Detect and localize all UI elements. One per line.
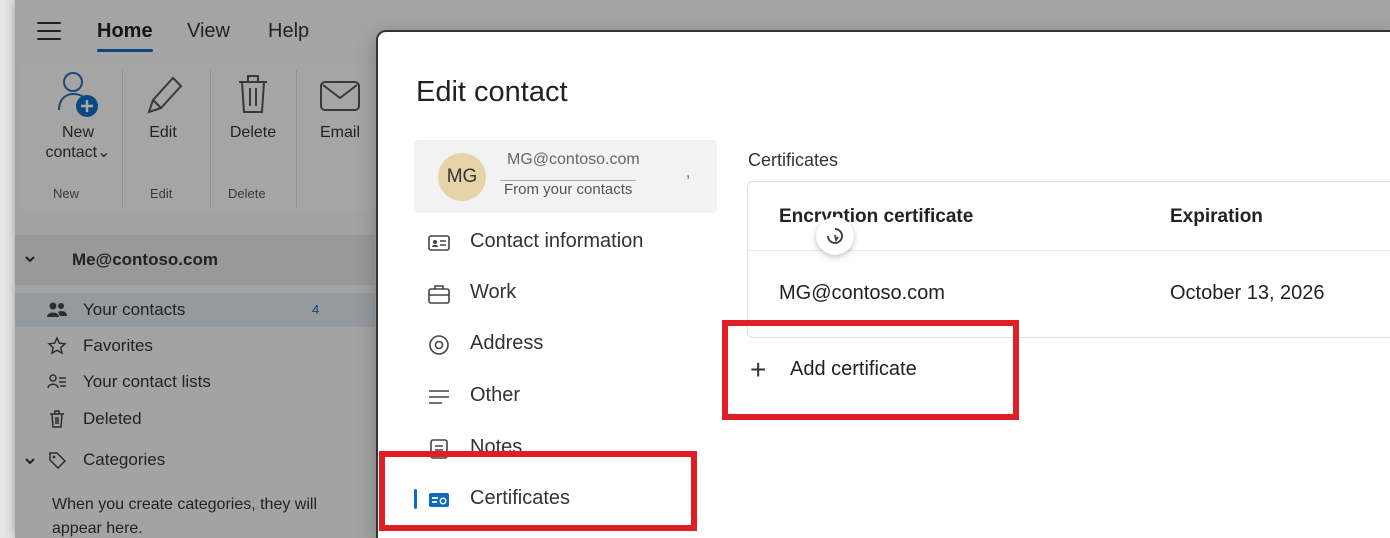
- section-work[interactable]: Work: [428, 273, 708, 313]
- nav-item-label: Your contact lists: [83, 372, 211, 391]
- card-mark: ,: [686, 164, 691, 181]
- hamburger-menu-icon[interactable]: [37, 22, 61, 40]
- contact-list-icon: [47, 374, 66, 389]
- contacts-count-badge: 4: [312, 302, 320, 317]
- section-label: Other: [470, 384, 521, 406]
- envelope-icon: [320, 81, 360, 111]
- tab-home[interactable]: Home: [97, 20, 153, 52]
- section-label: Contact information: [470, 230, 644, 252]
- chevron-down-icon: [25, 458, 35, 465]
- categories-hint: When you create categories, they will ap…: [52, 496, 318, 537]
- nav-item-label: Favorites: [83, 336, 153, 355]
- pencil-icon: [147, 76, 183, 114]
- contact-card[interactable]: MG MG@contoso.com From your contacts ,: [414, 140, 717, 213]
- account-header[interactable]: Me@contoso.com: [15, 235, 375, 285]
- certificates-table: Encryption certificate Expiration MG@con…: [747, 181, 1390, 338]
- column-header-expiration[interactable]: Expiration: [1170, 206, 1263, 228]
- dialog-title: Edit contact: [416, 76, 568, 108]
- avatar: MG: [438, 153, 486, 201]
- group-new-label: New: [53, 186, 80, 201]
- loading-spinner-icon: [816, 217, 854, 255]
- delete-label: Delete: [229, 124, 277, 141]
- email-label: Email: [319, 124, 360, 141]
- nav-item-label: Deleted: [83, 409, 142, 428]
- chevron-down-icon: [25, 256, 35, 263]
- new-contact-label-1: New: [61, 124, 94, 141]
- tab-view[interactable]: View: [187, 20, 230, 43]
- nav-item-favorites[interactable]: Favorites: [15, 329, 375, 363]
- tag-icon: [49, 452, 67, 470]
- contact-card-icon: [428, 235, 450, 251]
- nav-item-your-contacts[interactable]: Your contacts 4: [15, 293, 375, 327]
- edit-label: Edit: [149, 124, 177, 141]
- location-icon: [429, 335, 449, 355]
- group-delete-label: Delete: [228, 186, 266, 201]
- nav-item-categories[interactable]: Categories: [15, 443, 375, 477]
- new-contact-label-2: contact: [45, 144, 98, 161]
- certificate-cell: MG@contoso.com: [779, 282, 945, 304]
- section-contact-information[interactable]: Contact information: [428, 222, 708, 262]
- trash-icon: [239, 75, 267, 113]
- nav-item-label: Your contacts: [83, 300, 186, 319]
- delete-button[interactable]: Delete: [220, 70, 286, 142]
- tab-help[interactable]: Help: [268, 20, 309, 43]
- contact-email: MG@contoso.com: [507, 151, 640, 168]
- briefcase-icon: [428, 285, 450, 304]
- lines-icon: [429, 390, 449, 404]
- contact-source: From your contacts: [500, 180, 637, 198]
- highlight-certificates-section: [379, 451, 697, 531]
- section-other[interactable]: Other: [428, 376, 708, 416]
- nav-item-label: Categories: [83, 450, 166, 469]
- new-contact-button[interactable]: New contact⌄: [38, 70, 118, 162]
- chevron-down-icon: ⌄: [97, 144, 111, 161]
- nav-item-contact-lists[interactable]: Your contact lists: [15, 365, 375, 399]
- section-label: Address: [470, 332, 544, 354]
- group-edit-label: Edit: [150, 186, 173, 201]
- highlight-add-certificate: [722, 320, 1019, 420]
- add-person-icon: [58, 72, 98, 117]
- account-label: Me@contoso.com: [72, 250, 218, 269]
- expiration-cell: October 13, 2026: [1170, 282, 1325, 304]
- section-label: Work: [470, 281, 517, 303]
- star-icon: [47, 336, 67, 355]
- trash-icon: [50, 410, 64, 428]
- people-icon: [47, 302, 67, 317]
- edit-button[interactable]: Edit: [138, 70, 188, 142]
- email-button[interactable]: Email: [310, 70, 370, 142]
- section-address[interactable]: Address: [428, 324, 708, 364]
- left-nav: Me@contoso.com Your contacts 4 Favorites…: [15, 210, 375, 538]
- certificates-heading: Certificates: [748, 150, 839, 170]
- nav-item-deleted[interactable]: Deleted: [15, 402, 375, 436]
- column-header-certificate[interactable]: Encryption certificate: [779, 206, 973, 228]
